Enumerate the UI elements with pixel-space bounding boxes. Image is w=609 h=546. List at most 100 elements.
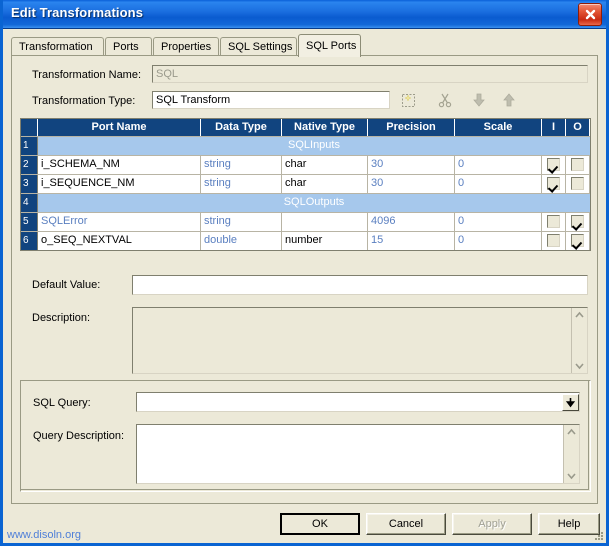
tab-transformation[interactable]: Transformation [11, 37, 104, 56]
transformation-type-label: Transformation Type: [32, 95, 135, 107]
grid-cell-scale[interactable]: 0 [455, 213, 542, 231]
tab-ports[interactable]: Ports [105, 37, 152, 56]
input-checkbox[interactable] [547, 234, 560, 247]
description-label: Description: [32, 312, 90, 324]
grid-cell-precision[interactable]: 30 [368, 156, 455, 174]
new-port-icon[interactable] [400, 91, 418, 109]
grid-group-row[interactable]: 1SQLInputs [21, 136, 590, 155]
grid-cell-scale[interactable]: 0 [455, 232, 542, 250]
grid-group-label: SQLInputs [38, 137, 590, 155]
grid-cell-scale[interactable]: 0 [455, 156, 542, 174]
grid-cell-data_type[interactable]: string [201, 156, 282, 174]
grid-cell-input[interactable] [542, 213, 566, 231]
input-checkbox[interactable] [547, 215, 560, 228]
grid-cell-output[interactable] [566, 213, 590, 231]
scroll-down-icon[interactable] [564, 468, 579, 483]
grid-group-label: SQLOutputs [38, 194, 590, 212]
default-value-label: Default Value: [32, 279, 100, 291]
grid-cell-scale[interactable]: 0 [455, 175, 542, 193]
grid-header-input[interactable]: I [542, 119, 566, 136]
output-checkbox[interactable] [571, 177, 584, 190]
table-row[interactable]: 6o_SEQ_NEXTVALdoublenumber150 [21, 231, 590, 250]
tab-bar: Transformation Ports Properties SQL Sett… [11, 34, 598, 56]
grid-cell-precision[interactable]: 15 [368, 232, 455, 250]
grid-header-num[interactable] [21, 119, 38, 136]
ok-button[interactable]: OK [280, 513, 360, 535]
grid-cell-data_type[interactable]: string [201, 175, 282, 193]
close-icon[interactable] [578, 3, 602, 26]
input-checkbox[interactable] [547, 177, 560, 190]
grid-cell-num: 2 [21, 156, 38, 174]
grid-cell-native_type[interactable]: number [282, 232, 368, 250]
table-row[interactable]: 5SQLErrorstring 40960 [21, 212, 590, 231]
apply-button: Apply [452, 513, 532, 535]
sql-query-field[interactable] [136, 392, 580, 412]
edit-transformations-dialog: Edit Transformations Transformation Port… [0, 0, 609, 546]
grid-cell-native_type[interactable]: char [282, 156, 368, 174]
grid-cell-input[interactable] [542, 156, 566, 174]
transformation-name-field[interactable]: SQL [152, 65, 588, 83]
grid-cell-num: 5 [21, 213, 38, 231]
grid-header-port_name[interactable]: Port Name [38, 119, 201, 136]
input-checkbox[interactable] [547, 158, 560, 171]
sql-query-label: SQL Query: [33, 397, 91, 409]
tab-sql-ports[interactable]: SQL Ports [298, 34, 361, 57]
tab-sql-settings[interactable]: SQL Settings [220, 37, 297, 56]
grid-cell-native_type[interactable] [282, 213, 368, 231]
default-value-field[interactable] [132, 275, 588, 295]
grid-cell-num: 3 [21, 175, 38, 193]
output-checkbox[interactable] [571, 215, 584, 228]
cancel-button[interactable]: Cancel [366, 513, 446, 535]
grid-cell-data_type[interactable]: double [201, 232, 282, 250]
query-description-scrollbar[interactable] [563, 425, 579, 483]
grid-cell-input[interactable] [542, 232, 566, 250]
grid-row-number: 1 [21, 137, 38, 155]
grid-cell-port_name[interactable]: i_SEQUENCE_NM [38, 175, 201, 193]
description-field[interactable] [132, 307, 588, 374]
grid-cell-port_name[interactable]: SQLError [38, 213, 201, 231]
grid-header-output[interactable]: O [566, 119, 590, 136]
resize-grip[interactable] [593, 530, 605, 542]
output-checkbox[interactable] [571, 234, 584, 247]
description-scrollbar[interactable] [571, 308, 587, 373]
grid-cell-port_name[interactable]: i_SCHEMA_NM [38, 156, 201, 174]
grid-cell-data_type[interactable]: string [201, 213, 282, 231]
tab-properties[interactable]: Properties [153, 37, 219, 56]
scroll-up-icon[interactable] [564, 425, 579, 440]
move-down-icon[interactable] [470, 91, 488, 109]
grid-header-native_type[interactable]: Native Type [282, 119, 368, 136]
scroll-up-icon[interactable] [572, 308, 587, 323]
transformation-type-field[interactable]: SQL Transform [152, 91, 390, 109]
grid-cell-output[interactable] [566, 175, 590, 193]
grid-cell-native_type[interactable]: char [282, 175, 368, 193]
grid-header-row: Port NameData TypeNative TypePrecisionSc… [21, 119, 590, 136]
cut-icon[interactable] [436, 91, 454, 109]
window-title: Edit Transformations [11, 5, 143, 20]
grid-cell-input[interactable] [542, 175, 566, 193]
query-description-field[interactable] [136, 424, 580, 484]
transformation-name-label: Transformation Name: [32, 69, 141, 81]
watermark: www.disoln.org [7, 529, 81, 541]
grid-cell-output[interactable] [566, 232, 590, 250]
help-button[interactable]: Help [538, 513, 600, 535]
sql-ports-grid[interactable]: Port NameData TypeNative TypePrecisionSc… [20, 118, 591, 251]
grid-cell-port_name[interactable]: o_SEQ_NEXTVAL [38, 232, 201, 250]
table-row[interactable]: 3i_SEQUENCE_NMstringchar300 [21, 174, 590, 193]
scroll-down-icon[interactable] [572, 358, 587, 373]
sql-ports-panel: Transformation Name: SQL Transformation … [11, 56, 598, 504]
grid-cell-precision[interactable]: 4096 [368, 213, 455, 231]
title-bar: Edit Transformations [3, 0, 606, 29]
grid-row-number: 4 [21, 194, 38, 212]
table-row[interactable]: 2i_SCHEMA_NMstringchar300 [21, 155, 590, 174]
grid-header-scale[interactable]: Scale [455, 119, 542, 136]
query-description-label: Query Description: [33, 430, 124, 442]
move-up-icon[interactable] [500, 91, 518, 109]
sql-query-group: SQL Query: Query Description: [20, 380, 591, 492]
grid-cell-output[interactable] [566, 156, 590, 174]
sql-query-dropdown-icon[interactable] [562, 394, 579, 411]
output-checkbox[interactable] [571, 158, 584, 171]
grid-header-precision[interactable]: Precision [368, 119, 455, 136]
grid-cell-precision[interactable]: 30 [368, 175, 455, 193]
grid-header-data_type[interactable]: Data Type [201, 119, 282, 136]
grid-group-row[interactable]: 4SQLOutputs [21, 193, 590, 212]
